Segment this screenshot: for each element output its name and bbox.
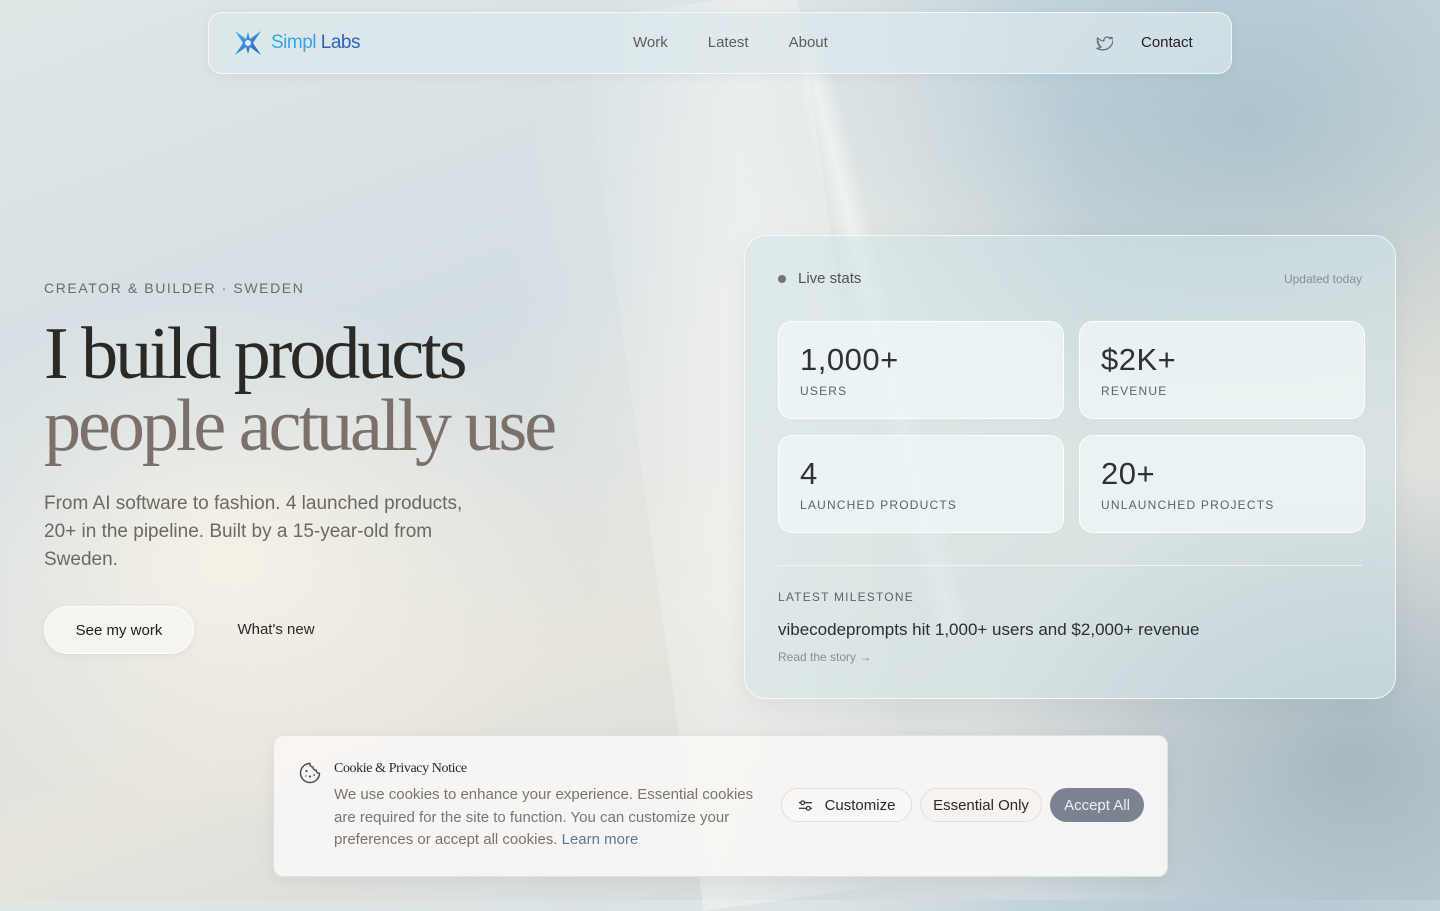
live-stats-label: Live stats (798, 270, 862, 287)
contact-link[interactable]: Contact (1141, 34, 1193, 51)
milestone-label: LATEST MILESTONE (778, 590, 914, 604)
nav-link-about[interactable]: About (789, 34, 828, 51)
read-story-link[interactable]: Read the story → (778, 650, 871, 664)
customize-button[interactable]: Customize (781, 788, 912, 822)
logo-labs: Labs (320, 32, 361, 53)
nav-link-work[interactable]: Work (633, 34, 668, 51)
live-stats-card: Live stats Updated today 1,000+ USERS $2… (744, 235, 1396, 699)
milestone-title: vibecodeprompts hit 1,000+ users and $2,… (778, 620, 1200, 639)
logo-text: Simpl Labs (271, 32, 361, 54)
stat-card-launched-products: 4 LAUNCHED PRODUCTS (778, 435, 1064, 533)
logo-star-icon (235, 31, 261, 55)
cookie-body: We use cookies to enhance your experienc… (334, 786, 754, 848)
live-stats-header: Live stats (778, 270, 861, 287)
navbar: Simpl Labs Work Latest About Contact (208, 12, 1232, 74)
hero-eyebrow: CREATOR & BUILDER · SWEDEN (44, 280, 305, 296)
cookie-title: Cookie & Privacy Notice (334, 761, 467, 776)
stat-card-revenue: $2K+ REVENUE (1079, 321, 1365, 419)
logo-simpl: Simpl (271, 32, 317, 53)
cookie-icon (299, 762, 321, 784)
stat-card-users: 1,000+ USERS (778, 321, 1064, 419)
see-my-work-button[interactable]: See my work (44, 606, 194, 654)
stat-value: 20+ (1101, 456, 1156, 491)
accept-all-button[interactable]: Accept All (1050, 788, 1144, 822)
divider (778, 565, 1362, 566)
stat-value: 1,000+ (800, 342, 899, 377)
nav-link-latest[interactable]: Latest (708, 34, 749, 51)
essential-only-button[interactable]: Essential Only (920, 788, 1042, 822)
hero-lead: From AI software to fashion. 4 launched … (44, 493, 463, 570)
hero-title: I build products people actually use (44, 313, 557, 467)
nav-links: Work Latest About (633, 34, 828, 51)
stat-label: USERS (800, 384, 848, 398)
logo[interactable]: Simpl Labs (233, 29, 361, 57)
sliders-icon (798, 799, 812, 811)
whats-new-button[interactable]: What's new (212, 606, 340, 652)
hero-title-line1: I build products (44, 313, 468, 395)
twitter-icon[interactable] (1095, 34, 1113, 52)
stat-value: $2K+ (1101, 342, 1177, 377)
learn-more-link[interactable]: Learn more (562, 831, 639, 848)
stat-card-unlaunched-projects: 20+ UNLAUNCHED PROJECTS (1079, 435, 1365, 533)
stat-label: LAUNCHED PRODUCTS (800, 498, 958, 512)
customize-label: Customize (824, 796, 896, 814)
live-dot-icon (778, 274, 786, 283)
cookie-banner: Cookie & Privacy Notice We use cookies t… (273, 735, 1168, 877)
stat-value: 4 (800, 456, 818, 491)
stat-label: UNLAUNCHED PROJECTS (1101, 498, 1275, 512)
stat-label: REVENUE (1101, 384, 1168, 398)
hero-title-line2: people actually use (44, 385, 557, 467)
updated-label: Updated today (1283, 272, 1362, 286)
cookie-text: We use cookies to enhance your experienc… (334, 784, 774, 852)
